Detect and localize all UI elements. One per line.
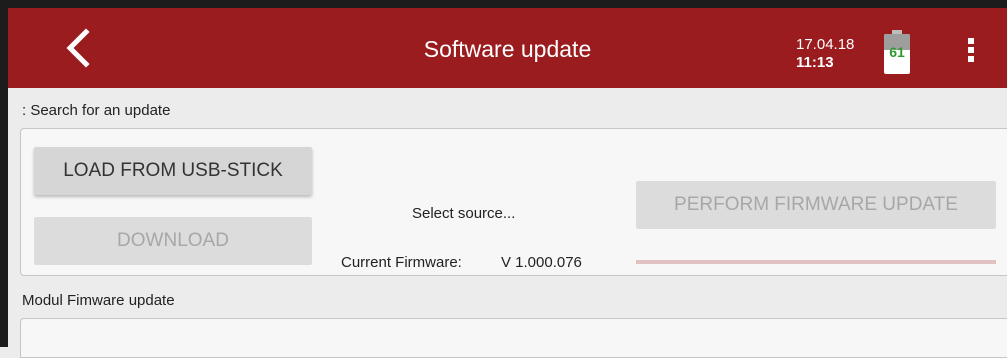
battery-icon: 61 xyxy=(884,30,910,74)
update-progress-bar xyxy=(636,260,996,264)
battery-percent: 61 xyxy=(889,44,905,60)
search-update-panel: LOAD FROM USB-STICK DOWNLOAD Select sour… xyxy=(20,128,1007,276)
current-firmware-label: Current Firmware: xyxy=(341,254,462,271)
perform-firmware-update-button[interactable]: PERFORM FIRMWARE UPDATE xyxy=(636,181,996,229)
load-from-usb-button[interactable]: LOAD FROM USB-STICK xyxy=(34,147,312,195)
time-text: 11:13 xyxy=(796,54,834,71)
download-button[interactable]: DOWNLOAD xyxy=(34,217,312,265)
search-section-label: : Search for an update xyxy=(22,102,171,119)
datetime-display: 17.04.18 11:13 xyxy=(796,36,854,72)
current-firmware-value: V 1.000.076 xyxy=(501,254,582,271)
overflow-menu-button[interactable] xyxy=(964,38,978,64)
app-header: Software update 17.04.18 11:13 61 xyxy=(8,8,1007,88)
modul-section-label: Modul Fimware update xyxy=(22,292,175,309)
modul-update-panel xyxy=(20,318,1007,358)
select-source-text: Select source... xyxy=(412,205,516,222)
date-text: 17.04.18 xyxy=(796,36,855,53)
more-vertical-icon xyxy=(968,38,974,44)
page-title: Software update xyxy=(423,36,592,62)
